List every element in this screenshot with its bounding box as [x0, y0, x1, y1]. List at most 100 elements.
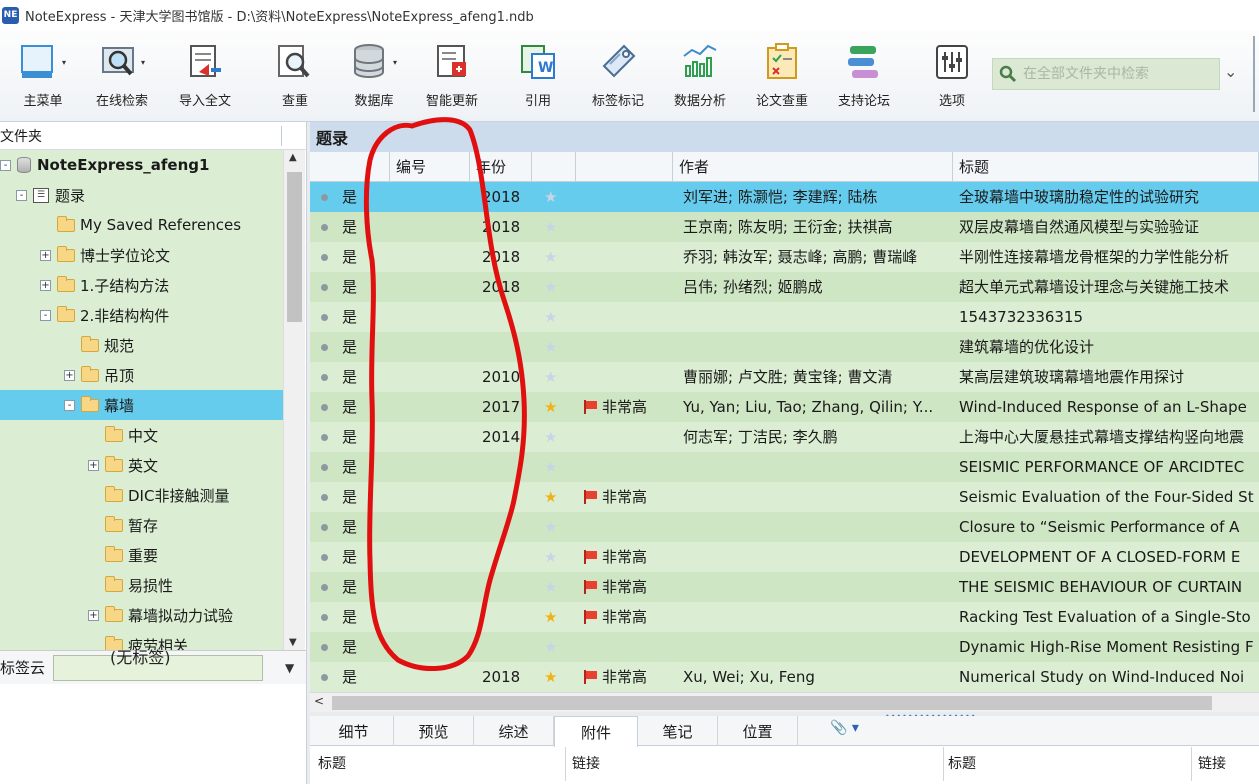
- import-fulltext-button[interactable]: 导入全文: [179, 40, 231, 109]
- online-search-button[interactable]: ▾ 在线检索: [96, 40, 148, 109]
- tree-item[interactable]: + 吊顶: [0, 360, 283, 390]
- flag-icon[interactable]: [582, 610, 598, 624]
- horizontal-scrollbar-thumb[interactable]: [332, 696, 1212, 710]
- tree-item[interactable]: 暂存: [0, 510, 283, 540]
- tree-item[interactable]: - 幕墙: [0, 390, 283, 420]
- tree-item[interactable]: 中文: [0, 420, 283, 450]
- tree-item[interactable]: 规范: [0, 330, 283, 360]
- star-icon[interactable]: ★: [544, 608, 557, 626]
- support-forum-button[interactable]: 支持论坛: [838, 40, 890, 109]
- tree-item[interactable]: My Saved References: [0, 210, 283, 240]
- tree-item[interactable]: - 2.非结构构件: [0, 300, 283, 330]
- expand-icon[interactable]: +: [88, 609, 99, 621]
- star-icon[interactable]: ★: [544, 188, 557, 206]
- tab-5[interactable]: 位置: [718, 716, 798, 746]
- scroll-up-icon[interactable]: ▲: [289, 152, 297, 163]
- search-dropdown-chevron-icon[interactable]: ⌄: [1224, 62, 1237, 81]
- tab-0[interactable]: 细节: [314, 716, 394, 746]
- database-button[interactable]: ▾ 数据库: [351, 40, 397, 109]
- tree-item[interactable]: + 博士学位论文: [0, 240, 283, 270]
- table-row[interactable]: 是 2010 ★ 曹丽娜; 卢文胜; 黄宝锋; 曹文清 某高层建筑玻璃幕墙地震作用探讨: [310, 362, 1259, 392]
- scroll-down-icon[interactable]: ▼: [289, 637, 297, 648]
- column-header[interactable]: 作者: [673, 152, 953, 182]
- star-icon[interactable]: ★: [544, 518, 557, 536]
- tree-item[interactable]: - ☰ 题录: [0, 180, 283, 210]
- column-header[interactable]: [532, 152, 576, 182]
- star-icon[interactable]: ★: [544, 398, 557, 416]
- tag-mark-button[interactable]: 标签标记: [592, 40, 644, 109]
- collapse-icon[interactable]: -: [0, 159, 11, 171]
- star-icon[interactable]: ★: [544, 578, 557, 596]
- horizontal-scrollbar[interactable]: <: [310, 692, 1259, 712]
- star-icon[interactable]: ★: [544, 338, 557, 356]
- expand-icon[interactable]: +: [40, 279, 51, 291]
- column-header[interactable]: 年份: [470, 152, 532, 182]
- tree-item[interactable]: + 幕墙拟动力试验: [0, 600, 283, 630]
- tab-2[interactable]: 综述: [474, 716, 554, 746]
- collapse-icon[interactable]: -: [40, 309, 51, 321]
- column-header[interactable]: 编号: [390, 152, 470, 182]
- tree-item[interactable]: - NoteExpress_afeng1: [0, 150, 283, 180]
- tab-1[interactable]: 预览: [394, 716, 474, 746]
- folder-tree-scrollbar[interactable]: ▲ ▼: [283, 150, 305, 650]
- star-icon[interactable]: ★: [544, 488, 557, 506]
- table-row[interactable]: 是 2018 ★ 吕伟; 孙绪烈; 姬鹏成 超大单元式幕墙设计理念与关键施工技术: [310, 272, 1259, 302]
- tree-item[interactable]: 重要: [0, 540, 283, 570]
- column-header[interactable]: 标题: [953, 152, 1259, 182]
- flag-icon[interactable]: [582, 550, 598, 564]
- tree-item[interactable]: + 英文: [0, 450, 283, 480]
- star-icon[interactable]: ★: [544, 668, 557, 686]
- options-button[interactable]: 选项: [935, 40, 969, 109]
- dedupe-button[interactable]: 查重: [275, 40, 315, 109]
- flag-icon[interactable]: [582, 580, 598, 594]
- column-header[interactable]: [310, 152, 390, 182]
- table-row[interactable]: 是 ★ SEISMIC PERFORMANCE OF ARCIDTEC: [310, 452, 1259, 482]
- tab-4[interactable]: 笔记: [638, 716, 718, 746]
- tree-item[interactable]: 易损性: [0, 570, 283, 600]
- column-header[interactable]: [576, 152, 673, 182]
- cite-button[interactable]: W 引用: [518, 40, 558, 109]
- table-row[interactable]: 是 ★ 非常高 Racking Test Evaluation of a Single…: [310, 602, 1259, 632]
- expand-icon[interactable]: +: [64, 369, 75, 381]
- collapse-icon[interactable]: -: [64, 399, 75, 411]
- expand-icon[interactable]: +: [88, 459, 99, 471]
- attachment-col-title-2[interactable]: 标题: [944, 747, 1192, 781]
- star-icon[interactable]: ★: [544, 308, 557, 326]
- main-menu-button[interactable]: ▾ 主菜单: [20, 40, 66, 109]
- star-icon[interactable]: ★: [544, 278, 557, 296]
- star-icon[interactable]: ★: [544, 428, 557, 446]
- star-icon[interactable]: ★: [544, 248, 557, 266]
- star-icon[interactable]: ★: [544, 458, 557, 476]
- flag-icon[interactable]: [582, 400, 598, 414]
- tag-dropdown-arrow-icon[interactable]: ▼: [285, 661, 294, 675]
- search-input[interactable]: [1023, 66, 1213, 82]
- data-analysis-button[interactable]: 数据分析: [674, 40, 726, 109]
- table-row[interactable]: 是 ★ Dynamic High-Rise Moment Resisting F: [310, 632, 1259, 662]
- star-icon[interactable]: ★: [544, 368, 557, 386]
- scrollbar-thumb[interactable]: [287, 172, 302, 322]
- table-row[interactable]: 是 2018 ★ 非常高 Xu, Wei; Xu, Feng Numerical Stud…: [310, 662, 1259, 692]
- attachment-clip-icon[interactable]: 📎 ▾: [830, 720, 859, 736]
- attachment-col-link[interactable]: 链接: [568, 747, 944, 781]
- tab-3[interactable]: 附件: [554, 716, 638, 747]
- tree-item[interactable]: +1.子结构方法: [0, 270, 283, 300]
- table-row[interactable]: 是 ★ 1543732336315: [310, 302, 1259, 332]
- attachment-col-title[interactable]: 标题: [314, 747, 566, 781]
- table-row[interactable]: 是 ★ 非常高 DEVELOPMENT OF A CLOSED-FORM E: [310, 542, 1259, 572]
- scroll-left-icon[interactable]: <: [314, 694, 324, 708]
- star-icon[interactable]: ★: [544, 218, 557, 236]
- table-row[interactable]: 是 ★ Closure to “Seismic Performance of A: [310, 512, 1259, 542]
- table-row[interactable]: 是 2018 ★ 王京南; 陈友明; 王衍金; 扶祺高 双层皮幕墙自然通风模型与实验验证: [310, 212, 1259, 242]
- table-row[interactable]: 是 2018 ★ 刘军进; 陈灏恺; 李建辉; 陆栋 全玻幕墙中玻璃肋稳定性的试验研究: [310, 182, 1259, 212]
- expand-icon[interactable]: +: [40, 249, 51, 261]
- table-row[interactable]: 是 ★ 建筑幕墙的优化设计: [310, 332, 1259, 362]
- collapse-icon[interactable]: -: [16, 189, 27, 201]
- table-row[interactable]: 是 2014 ★ 何志军; 丁洁民; 李久鹏 上海中心大厦悬挂式幕墙支撑结构竖向地震: [310, 422, 1259, 452]
- tree-item[interactable]: DIC非接触测量: [0, 480, 283, 510]
- table-row[interactable]: 是 ★ 非常高 THE SEISMIC BEHAVIOUR OF CURTAIN: [310, 572, 1259, 602]
- star-icon[interactable]: ★: [544, 638, 557, 656]
- table-row[interactable]: 是 2018 ★ 乔羽; 韩汝军; 聂志峰; 高鹏; 曹瑞峰 半刚性连接幕墙龙骨框架的力…: [310, 242, 1259, 272]
- smart-update-button[interactable]: 智能更新: [426, 40, 478, 109]
- star-icon[interactable]: ★: [544, 548, 557, 566]
- attachment-col-link-2[interactable]: 链接: [1194, 747, 1259, 781]
